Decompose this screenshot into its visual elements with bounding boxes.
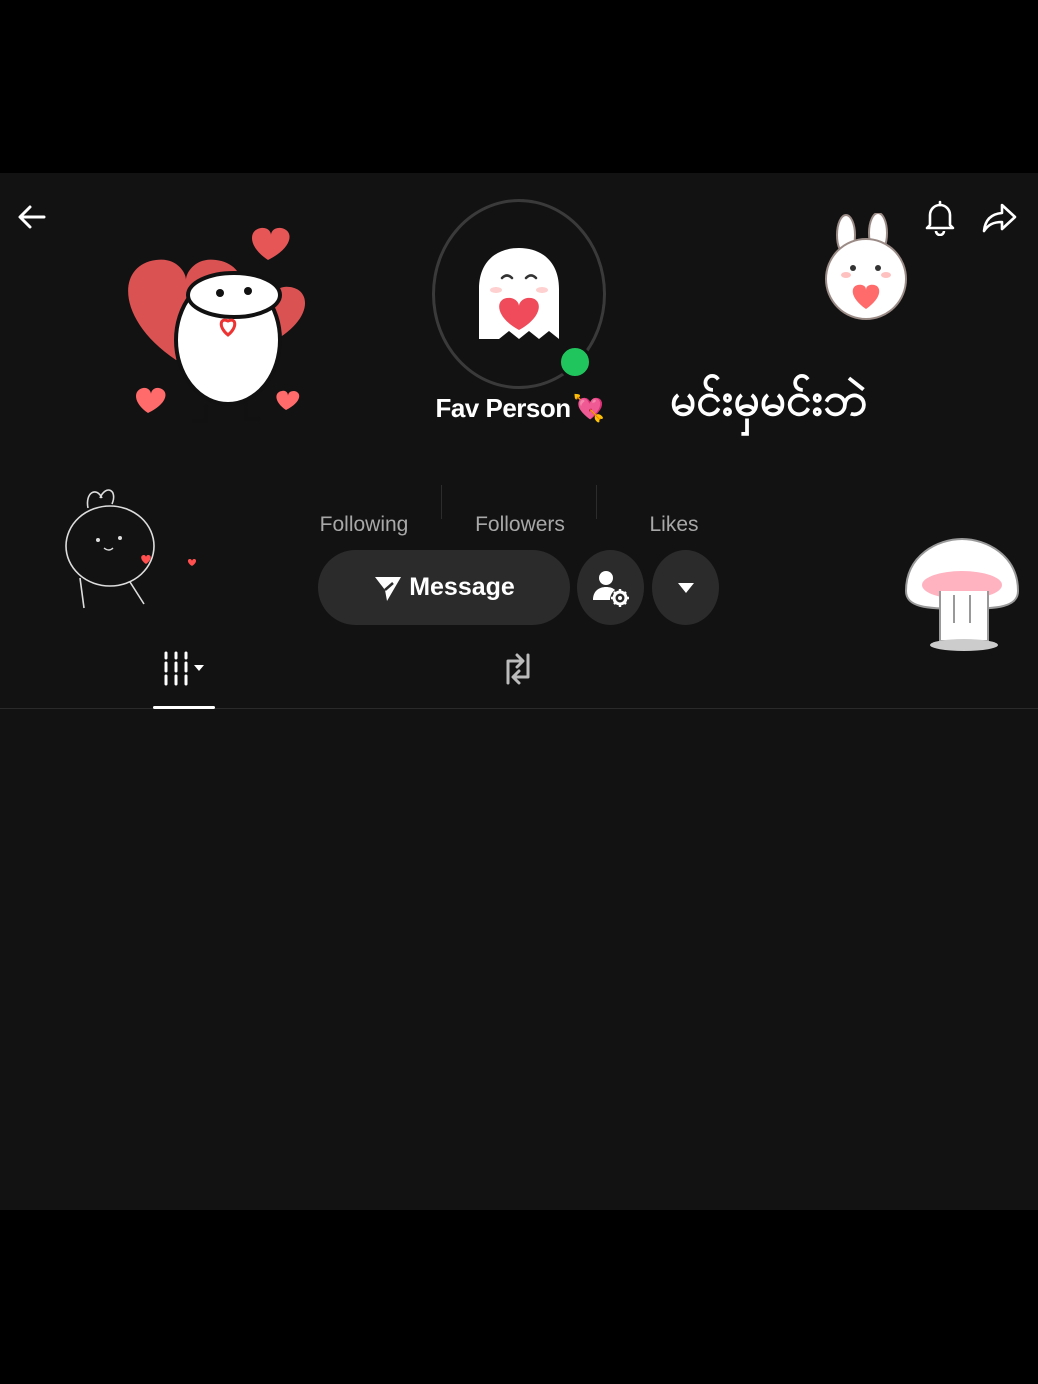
online-status-dot: [558, 345, 592, 379]
hearts-sticker: [116, 225, 336, 445]
likes-count: [596, 491, 752, 513]
bell-icon[interactable]: [920, 197, 960, 237]
share-icon[interactable]: [980, 197, 1020, 237]
profile-screen: Fav Person💘 မင်းမှမင်းဘဲ Following Follo…: [0, 173, 1038, 1210]
following-label: Following: [319, 513, 409, 536]
likes-stat[interactable]: Likes: [596, 491, 752, 537]
likes-label: Likes: [649, 513, 699, 536]
tab-videos[interactable]: [152, 629, 216, 709]
sketch-bunny-sticker: [58, 478, 208, 618]
grid-icon: [164, 651, 204, 686]
profile-stats: Following Followers Likes: [280, 491, 760, 551]
profile-name-text: Fav Person: [435, 393, 571, 423]
friend-settings-button[interactable]: [577, 550, 644, 625]
send-icon: [375, 576, 402, 601]
repost-icon: [506, 653, 530, 685]
bunny-sticker: [818, 212, 918, 333]
followers-label: Followers: [475, 513, 565, 536]
following-count: [286, 491, 442, 513]
active-tab-indicator: [153, 706, 215, 709]
followers-stat[interactable]: Followers: [442, 491, 598, 537]
following-stat[interactable]: Following: [286, 491, 442, 537]
tab-reposts[interactable]: [490, 629, 546, 709]
message-label: Message: [409, 573, 515, 601]
followers-count: [442, 491, 598, 513]
dropdown-icon: [677, 582, 694, 593]
message-button[interactable]: Message: [318, 550, 570, 625]
more-options-button[interactable]: [652, 550, 719, 625]
user-settings-icon: [592, 570, 629, 607]
heart-emoji: 💘: [572, 393, 605, 423]
back-arrow-icon[interactable]: [12, 197, 52, 237]
profile-name: Fav Person💘: [420, 393, 620, 424]
content-tabs: [0, 629, 1038, 709]
myanmar-caption: မင်းမှမင်းဘဲ: [670, 372, 868, 426]
ghost-avatar-icon: [479, 248, 559, 339]
